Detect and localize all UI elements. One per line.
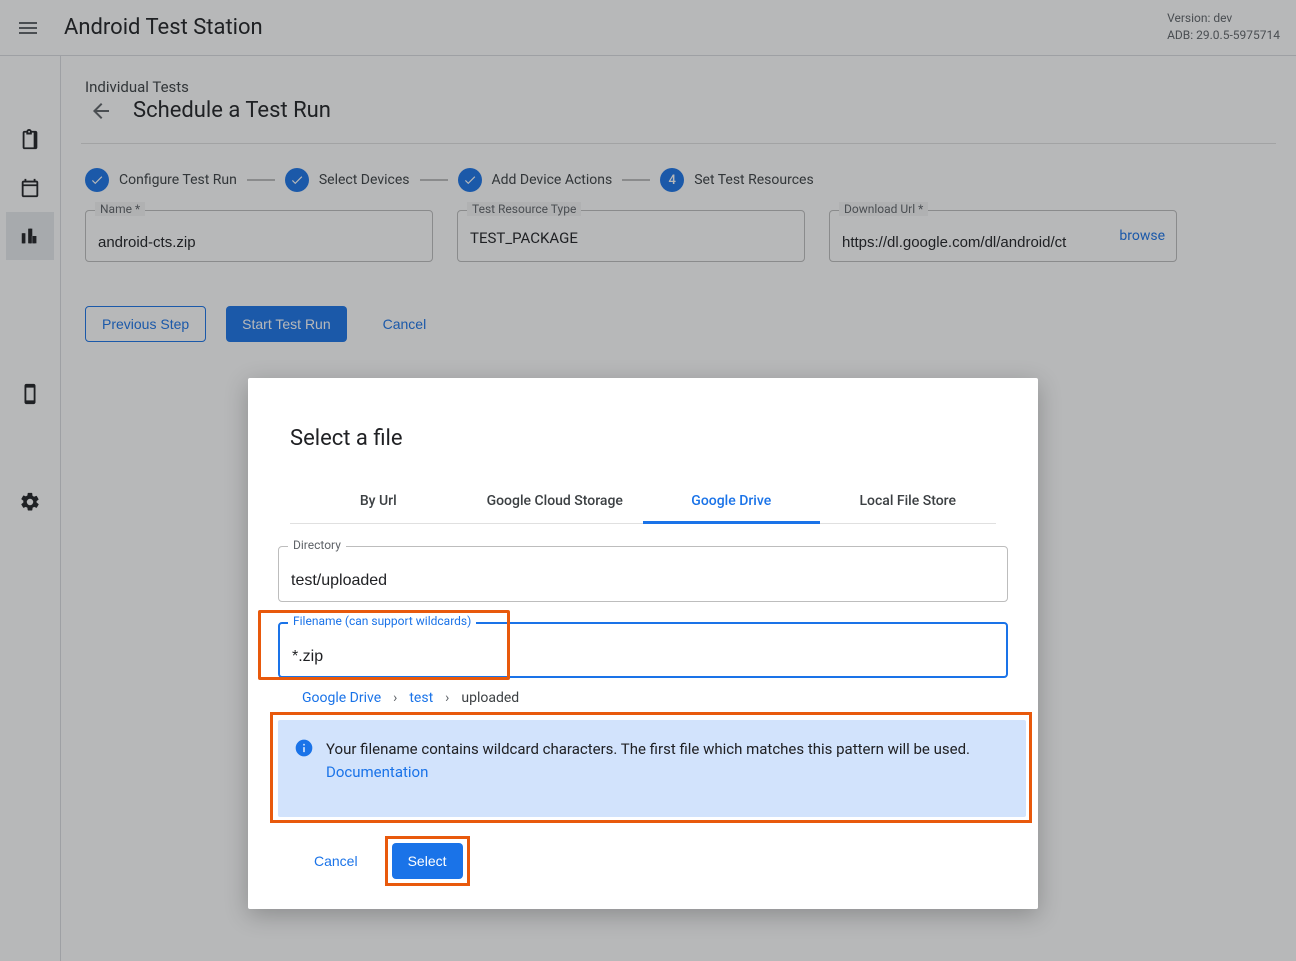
directory-field[interactable] xyxy=(278,546,1008,602)
filename-field-label: Filename (can support wildcards) xyxy=(288,614,476,628)
directory-field-label: Directory xyxy=(288,538,346,552)
tab-by-url[interactable]: By Url xyxy=(290,481,467,523)
filename-field[interactable] xyxy=(278,622,1008,678)
tab-google-drive[interactable]: Google Drive xyxy=(643,481,820,524)
dialog-cancel-button[interactable]: Cancel xyxy=(298,843,374,879)
info-banner: Your filename contains wildcard characte… xyxy=(278,720,1026,817)
chevron-right-icon: › xyxy=(393,690,397,706)
tab-google-cloud-storage[interactable]: Google Cloud Storage xyxy=(467,481,644,523)
documentation-link[interactable]: Documentation xyxy=(326,763,428,781)
dialog-tabs: By Url Google Cloud Storage Google Drive… xyxy=(290,481,996,524)
breadcrumb-leaf: uploaded xyxy=(461,690,519,706)
breadcrumb: Google Drive › test › uploaded xyxy=(302,690,996,706)
info-icon xyxy=(294,738,314,758)
dialog-select-button[interactable]: Select xyxy=(392,843,463,879)
tab-local-file-store[interactable]: Local File Store xyxy=(820,481,997,523)
chevron-right-icon: › xyxy=(445,690,449,706)
breadcrumb-folder[interactable]: test xyxy=(409,690,433,706)
info-text: Your filename contains wildcard characte… xyxy=(326,740,970,758)
breadcrumb-root[interactable]: Google Drive xyxy=(302,690,381,706)
select-file-dialog: Select a file By Url Google Cloud Storag… xyxy=(248,378,1038,909)
dialog-title: Select a file xyxy=(290,426,996,451)
